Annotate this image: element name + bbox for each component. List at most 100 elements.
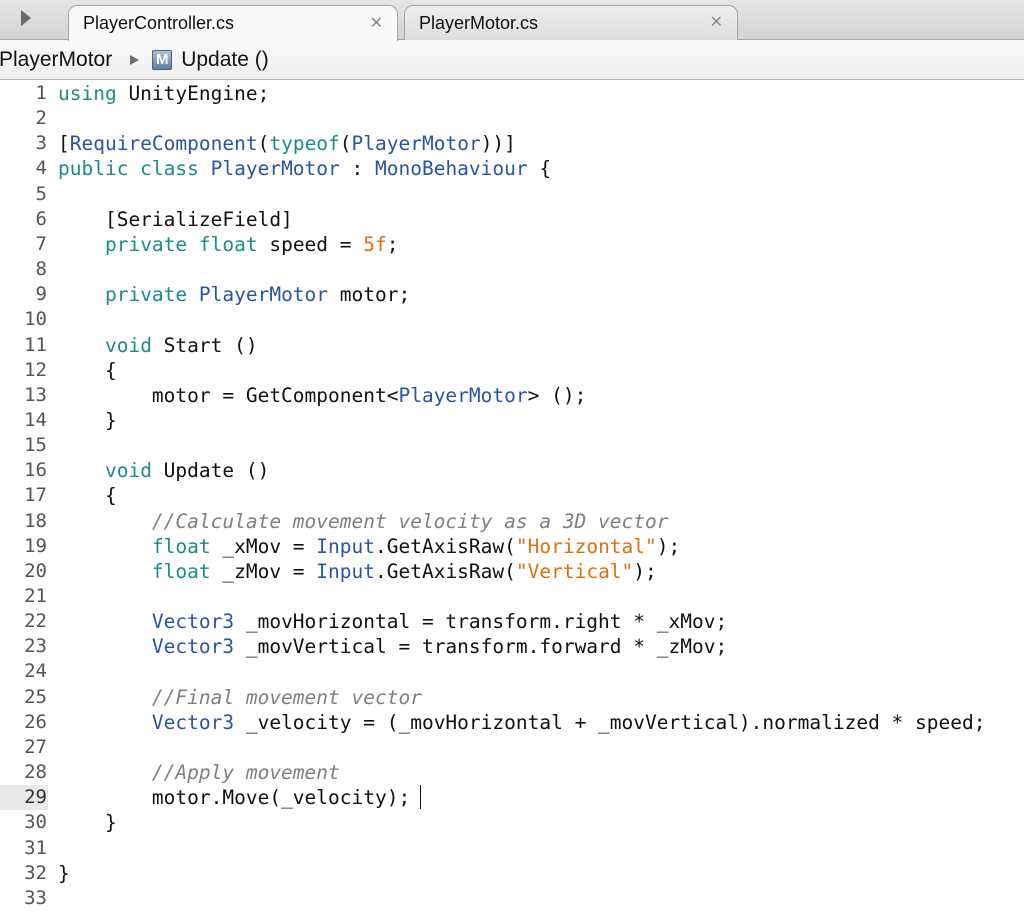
code-token-plain: _xMov = bbox=[210, 534, 317, 558]
line-number: 12 bbox=[24, 358, 47, 381]
code-token-plain: } bbox=[58, 811, 117, 835]
chevron-right-icon bbox=[130, 54, 140, 65]
code-token-plain: motor; bbox=[328, 283, 411, 307]
code-token-plain: ( bbox=[257, 132, 270, 156]
code-line: } bbox=[58, 408, 117, 433]
code-token-plain: { bbox=[58, 484, 117, 508]
code-token-comment: //Apply movement bbox=[151, 761, 340, 785]
tab-playermotor[interactable]: PlayerMotor.cs ✕ bbox=[404, 5, 738, 40]
code-line: float _zMov = Input.GetAxisRaw("Vertical… bbox=[58, 559, 657, 584]
line-number: 6 bbox=[35, 207, 47, 230]
line-number: 7 bbox=[35, 232, 47, 255]
code-line: public class PlayerMotor : MonoBehaviour… bbox=[58, 156, 551, 181]
code-token-type: PlayerMotor bbox=[210, 157, 340, 181]
code-token-plain: speed = bbox=[257, 232, 364, 256]
code-token-keyword: void bbox=[104, 459, 152, 483]
code-token-type: Input bbox=[316, 534, 375, 558]
line-number: 26 bbox=[24, 710, 47, 733]
code-token-plain: _zMov = bbox=[210, 559, 317, 583]
code-token-plain: [ bbox=[58, 132, 70, 156]
code-line: [RequireComponent(typeof(PlayerMotor))] bbox=[58, 131, 516, 156]
line-number: 10 bbox=[24, 308, 47, 331]
code-token-type: PlayerMotor bbox=[198, 283, 329, 307]
breadcrumb: PlayerMotor M Update () bbox=[0, 40, 1024, 80]
line-number: 13 bbox=[24, 383, 47, 406]
line-number: 25 bbox=[24, 685, 47, 708]
breadcrumb-method[interactable]: Update () bbox=[181, 48, 269, 72]
code-token-type: Input bbox=[316, 559, 375, 583]
line-number: 5 bbox=[35, 182, 47, 205]
code-token-keyword: float bbox=[151, 534, 211, 558]
line-number: 4 bbox=[35, 157, 47, 180]
code-token-plain: .GetAxisRaw( bbox=[375, 559, 516, 583]
tab-playercontroller[interactable]: PlayerController.cs ✕ bbox=[68, 5, 398, 41]
line-number: 3 bbox=[35, 132, 47, 155]
code-token-plain: Start () bbox=[151, 333, 258, 357]
code-line: private float speed = 5f; bbox=[58, 232, 399, 257]
code-token-plain: motor = GetComponent< bbox=[58, 383, 399, 407]
line-number: 31 bbox=[24, 836, 47, 859]
code-editor[interactable]: 1 using UnityEngine; 2 3 [RequireComponent(t… bbox=[0, 80, 1024, 916]
method-icon: M bbox=[152, 49, 173, 70]
line-number: 2 bbox=[35, 107, 47, 130]
code-token-keyword: private float bbox=[104, 232, 258, 256]
code-token-plain: { bbox=[58, 358, 117, 382]
code-line: { bbox=[58, 358, 117, 383]
line-number: 33 bbox=[24, 886, 47, 909]
code-token-plain: > (); bbox=[527, 383, 587, 407]
tab-list-button[interactable] bbox=[0, 0, 52, 39]
code-token-plain: : bbox=[339, 157, 375, 181]
line-number: 16 bbox=[24, 459, 47, 482]
line-number: 8 bbox=[35, 258, 47, 281]
code-token-plain: ); bbox=[633, 559, 657, 583]
code-token-plain: ; bbox=[386, 232, 399, 256]
line-number: 11 bbox=[24, 333, 47, 356]
line-number: 1 bbox=[35, 82, 47, 104]
line-number: 20 bbox=[24, 559, 47, 582]
code-token-plain: ( bbox=[339, 132, 352, 156]
line-number: 18 bbox=[24, 509, 47, 532]
close-icon[interactable]: ✕ bbox=[710, 15, 723, 31]
code-line: void Update () bbox=[58, 458, 269, 483]
code-token-string: "Horizontal" bbox=[515, 534, 657, 558]
line-number: 23 bbox=[24, 635, 47, 658]
code-line: motor.Move(_velocity); bbox=[58, 785, 410, 810]
line-number: 17 bbox=[24, 484, 47, 507]
code-token-plain: motor.Move(_velocity); bbox=[58, 786, 411, 810]
close-icon[interactable]: ✕ bbox=[370, 15, 383, 32]
line-number: 29 bbox=[0, 785, 48, 811]
breadcrumb-class[interactable]: PlayerMotor bbox=[0, 48, 112, 72]
code-token-keyword: float bbox=[151, 559, 211, 583]
code-token-type: Vector3 bbox=[151, 610, 235, 634]
code-token-number: 5f bbox=[363, 232, 387, 256]
code-line: Vector3 _movVertical = transform.forward… bbox=[58, 634, 727, 659]
code-token-type: PlayerMotor bbox=[398, 383, 528, 407]
code-token-plain: .GetAxisRaw( bbox=[375, 534, 516, 558]
code-line: motor = GetComponent<PlayerMotor> (); bbox=[58, 383, 586, 408]
code-token-type: Vector3 bbox=[151, 710, 235, 734]
line-number: 21 bbox=[24, 585, 47, 607]
tab-label: PlayerMotor.cs bbox=[419, 12, 539, 33]
code-token-keyword: public class bbox=[58, 157, 211, 181]
code-token-plain: { bbox=[527, 157, 552, 181]
code-line: //Final movement vector bbox=[58, 685, 422, 710]
code-token-keyword: void bbox=[104, 333, 152, 357]
code-token-plain: _velocity = (_movHorizontal + _movVertic… bbox=[234, 710, 986, 734]
line-number: 32 bbox=[24, 861, 47, 884]
line-number: 15 bbox=[24, 434, 47, 457]
line-number: 9 bbox=[35, 283, 47, 306]
code-token-plain: ); bbox=[656, 534, 681, 558]
code-token-plain: _movHorizontal = transform.right * _xMov… bbox=[234, 610, 728, 634]
code-token-keyword: using bbox=[58, 82, 117, 105]
code-token-type: MonoBehaviour bbox=[375, 157, 528, 181]
code-line: [SerializeField] bbox=[58, 207, 293, 232]
tab-label: PlayerController.cs bbox=[83, 13, 235, 33]
